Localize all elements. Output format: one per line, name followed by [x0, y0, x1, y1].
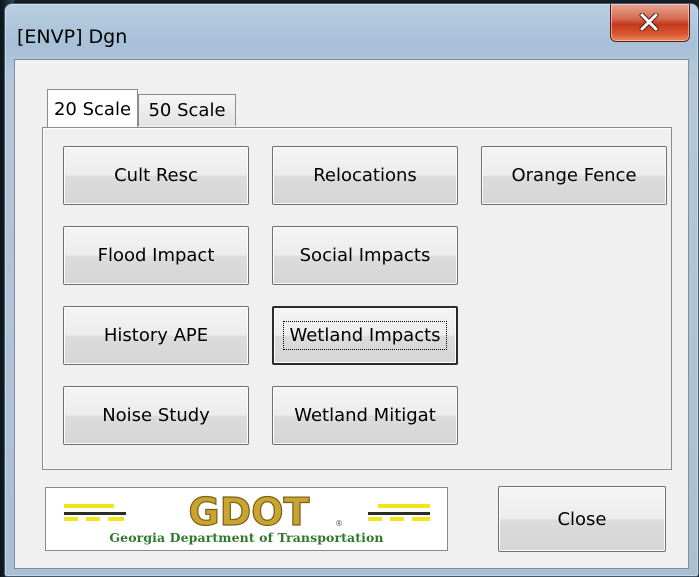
gdot-wordmark: GDOT — [189, 490, 310, 534]
noise-study-button[interactable]: Noise Study — [63, 386, 249, 445]
gdot-logo: GDOT ® Georgia Department of Transportat… — [45, 487, 448, 551]
close-x-icon — [639, 13, 659, 31]
tab-page-20-scale: Cult Resc Relocations Orange Fence Flood… — [42, 127, 672, 470]
orange-fence-button[interactable]: Orange Fence — [481, 146, 667, 205]
wetland-impacts-button[interactable]: Wetland Impacts — [272, 306, 458, 365]
logo-caption: Georgia Department of Transportation — [109, 530, 384, 545]
noise-study-label: Noise Study — [102, 405, 210, 426]
flood-impact-button[interactable]: Flood Impact — [63, 226, 249, 285]
wetland-mitigat-button[interactable]: Wetland Mitigat — [272, 386, 458, 445]
dialog-client-area: 20 Scale 50 Scale Cult Resc Relocations … — [14, 59, 689, 569]
social-impacts-button[interactable]: Social Impacts — [272, 226, 458, 285]
history-ape-button[interactable]: History APE — [63, 306, 249, 365]
history-ape-label: History APE — [103, 325, 209, 346]
tab-50-scale[interactable]: 50 Scale — [138, 94, 236, 126]
relocations-button[interactable]: Relocations — [272, 146, 458, 205]
window-title: [ENVP] Dgn — [17, 26, 128, 48]
social-impacts-label: Social Impacts — [299, 245, 431, 266]
svg-text:®: ® — [335, 519, 343, 528]
cult-resc-button[interactable]: Cult Resc — [63, 146, 249, 205]
flood-impact-label: Flood Impact — [97, 245, 215, 266]
window-close-button[interactable] — [610, 4, 690, 42]
orange-fence-label: Orange Fence — [511, 165, 637, 186]
wetland-impacts-label: Wetland Impacts — [283, 321, 447, 350]
wetland-mitigat-label: Wetland Mitigat — [294, 405, 436, 426]
relocations-label: Relocations — [313, 165, 417, 186]
close-label: Close — [557, 508, 607, 530]
dialog-window: [ENVP] Dgn 20 Scale 50 Scale Cult Resc R… — [4, 3, 699, 577]
title-bar[interactable]: [ENVP] Dgn — [5, 4, 698, 58]
tab-20-scale[interactable]: 20 Scale — [47, 89, 138, 127]
close-button[interactable]: Close — [498, 486, 666, 552]
cult-resc-label: Cult Resc — [114, 165, 198, 186]
